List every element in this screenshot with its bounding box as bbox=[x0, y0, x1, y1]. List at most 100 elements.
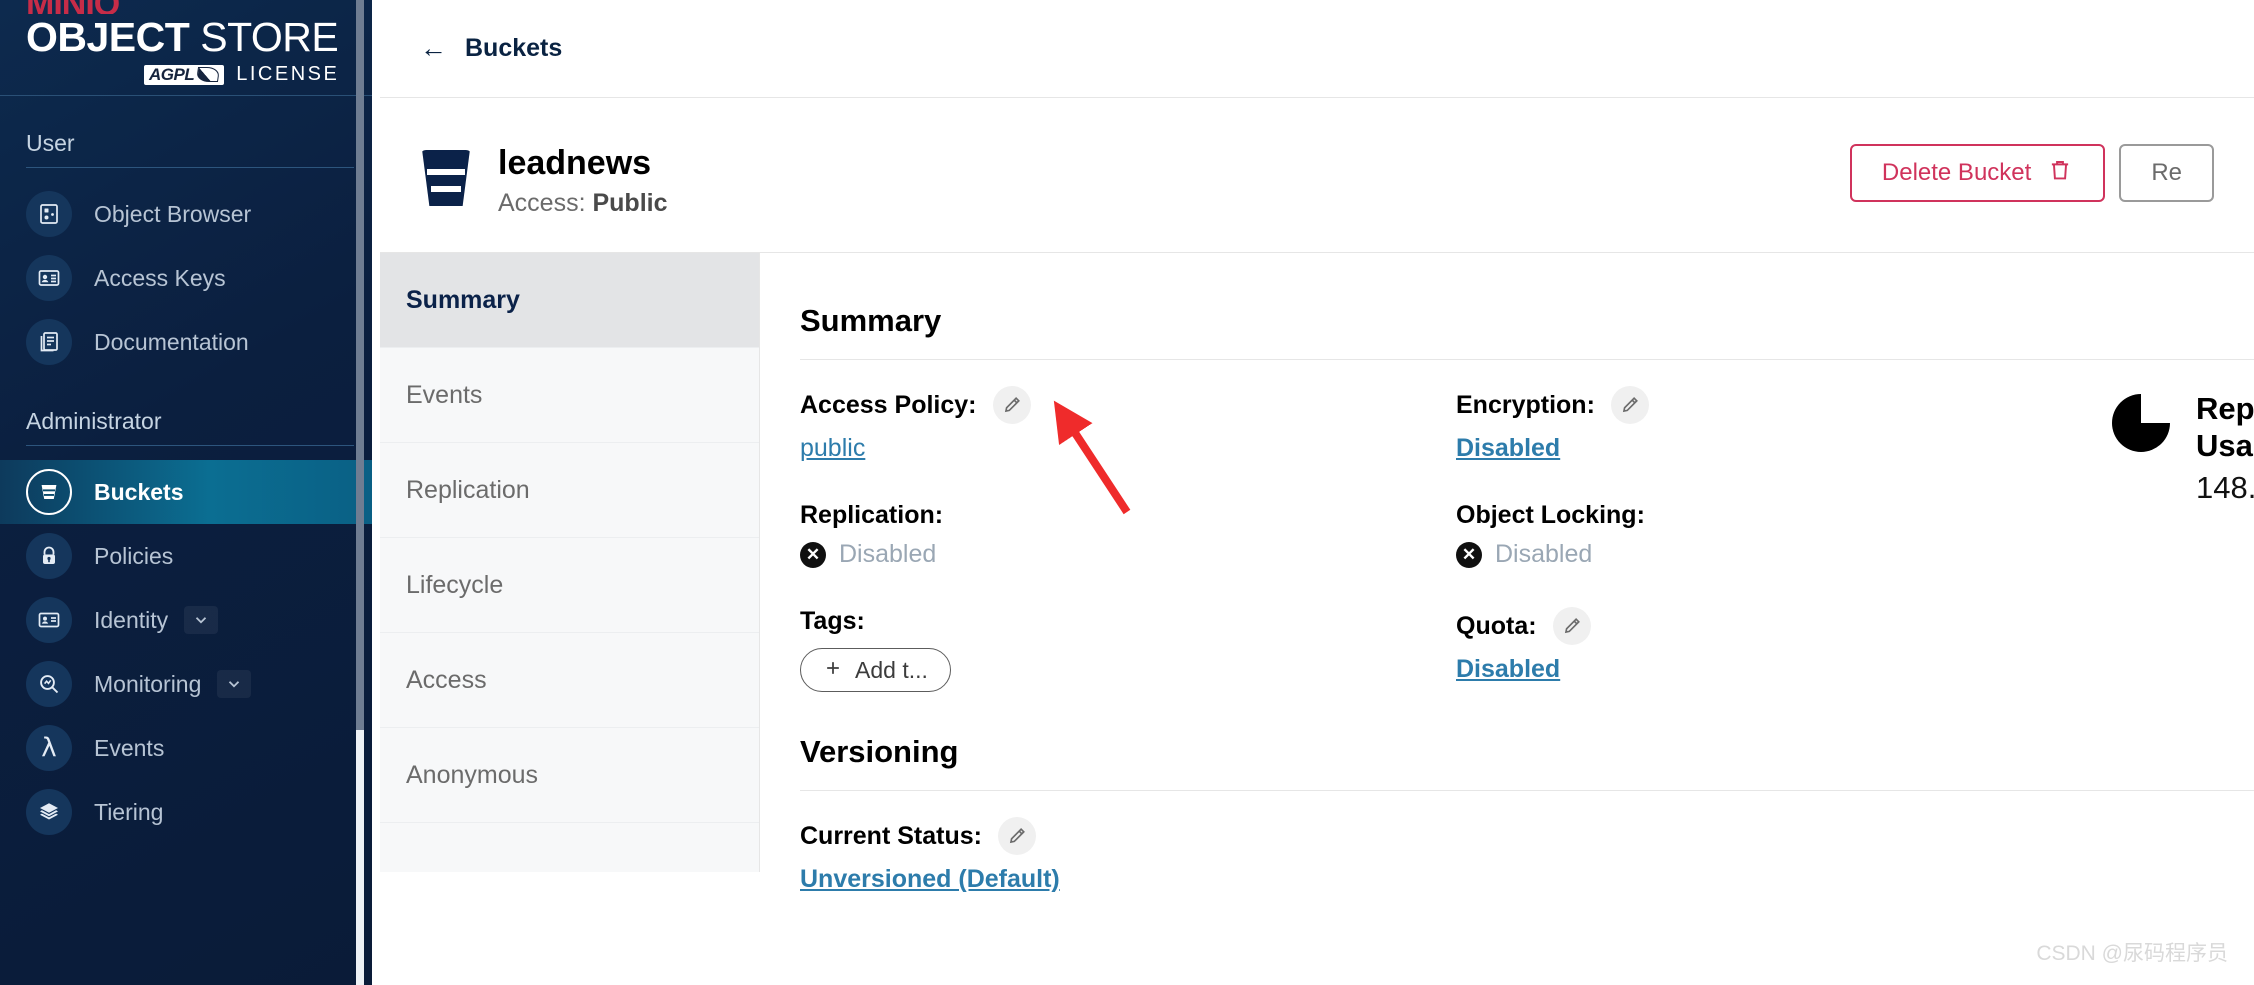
agpl-label: AGPL bbox=[149, 64, 195, 84]
disabled-x-icon: ✕ bbox=[1456, 541, 1482, 568]
sidebar-item-label: Access Keys bbox=[94, 264, 226, 291]
tab-label: Lifecycle bbox=[406, 570, 504, 599]
bucket-header: leadnews Access: Public Delete Bucket Re bbox=[380, 98, 2214, 218]
sidebar-item-events[interactable]: λ Events bbox=[0, 716, 380, 780]
sidebar-item-label: Tiering bbox=[94, 798, 164, 825]
summary-divider bbox=[800, 359, 2254, 361]
tab-lifecycle[interactable]: Lifecycle bbox=[380, 538, 759, 634]
sidebar-item-tiering[interactable]: Tiering bbox=[0, 780, 380, 844]
sidebar-item-label: Buckets bbox=[94, 478, 184, 505]
brand-logo[interactable]: MINIO OBJECT STORE AGPL LICENSE bbox=[0, 0, 380, 96]
layers-icon bbox=[26, 789, 72, 835]
replication-label: Replication: bbox=[800, 501, 944, 530]
edit-access-policy-pencil-icon[interactable] bbox=[992, 386, 1031, 425]
tags-field: Tags: Add t... bbox=[800, 607, 1456, 693]
sidebar-scrollbar-thumb[interactable] bbox=[356, 0, 364, 730]
replication-label-row: Replication: bbox=[800, 501, 1456, 530]
tabs-filler bbox=[380, 823, 759, 883]
reported-usage-value: 148.0 B bbox=[2196, 470, 2254, 506]
tab-label: Anonymous bbox=[406, 760, 539, 789]
monitoring-icon bbox=[26, 661, 72, 707]
bucket-icon bbox=[420, 150, 472, 206]
summary-column-left: Access Policy: public Replication: ✕ Dis… bbox=[800, 386, 1456, 730]
summary-column-usage: Reported Usage: 148.0 B bbox=[2112, 386, 2254, 730]
object-store-wordmark: OBJECT STORE bbox=[26, 14, 354, 60]
sidebar: MINIO OBJECT STORE AGPL LICENSE User bbox=[0, 0, 380, 985]
versioning-heading: Versioning bbox=[800, 734, 959, 770]
current-status-field: Current Status: Unversioned (Default) bbox=[800, 817, 2254, 894]
sidebar-item-monitoring[interactable]: Monitoring bbox=[0, 652, 380, 716]
quota-value-link[interactable]: Disabled bbox=[1456, 655, 1560, 684]
sidebar-item-access-keys[interactable]: Access Keys bbox=[0, 246, 380, 310]
versioning-divider bbox=[800, 790, 2254, 792]
sidebar-item-label: Object Browser bbox=[94, 200, 252, 227]
access-policy-field: Access Policy: public bbox=[800, 386, 1456, 463]
bucket-icon-line-1 bbox=[427, 169, 465, 175]
chevron-down-icon[interactable] bbox=[184, 606, 219, 634]
documentation-icon bbox=[26, 319, 72, 365]
access-policy-label-row: Access Policy: bbox=[800, 386, 1456, 425]
agpl-badge-icon: AGPL bbox=[144, 64, 225, 85]
reported-usage-label: Reported Usage: bbox=[2196, 391, 2254, 464]
delete-bucket-button[interactable]: Delete Bucket bbox=[1849, 144, 2106, 202]
sidebar-edge-divider bbox=[372, 0, 380, 985]
tab-access[interactable]: Access bbox=[380, 633, 759, 729]
identity-icon bbox=[26, 597, 72, 643]
tags-label: Tags: bbox=[800, 607, 865, 636]
object-locking-value-row: ✕ Disabled bbox=[1456, 540, 2112, 569]
add-tag-label: Add t... bbox=[855, 656, 928, 683]
bucket-title-block: leadnews Access: Public bbox=[498, 144, 668, 218]
refresh-button[interactable]: Re bbox=[2119, 144, 2214, 202]
disabled-x-icon: ✕ bbox=[800, 541, 826, 568]
trash-icon bbox=[2047, 157, 2073, 190]
object-locking-label: Object Locking: bbox=[1456, 501, 1645, 530]
current-status-label-row: Current Status: bbox=[800, 817, 2254, 856]
tab-replication[interactable]: Replication bbox=[380, 443, 759, 539]
tab-events[interactable]: Events bbox=[380, 348, 759, 444]
reported-usage-block: Reported Usage: 148.0 B bbox=[2112, 386, 2254, 506]
section-divider-administrator bbox=[26, 445, 354, 446]
section-divider-user bbox=[26, 167, 354, 168]
encryption-value-link[interactable]: Disabled bbox=[1456, 434, 1560, 463]
sidebar-item-label: Monitoring bbox=[94, 670, 202, 697]
bucket-tabs: Summary Events Replication Lifecycle Acc… bbox=[380, 253, 760, 873]
tags-label-row: Tags: bbox=[800, 607, 1456, 636]
summary-column-middle: Encryption: Disabled Object Locking: ✕ D… bbox=[1456, 386, 2112, 730]
sidebar-item-label: Documentation bbox=[94, 328, 249, 355]
quota-label-row: Quota: bbox=[1456, 607, 2112, 646]
plus-icon bbox=[823, 657, 843, 684]
current-status-label: Current Status: bbox=[800, 821, 982, 850]
tab-anonymous[interactable]: Anonymous bbox=[380, 728, 759, 824]
bucket-icon-line-2 bbox=[431, 186, 461, 192]
sidebar-item-buckets[interactable]: Buckets bbox=[0, 460, 380, 524]
sidebar-item-object-browser[interactable]: Object Browser bbox=[0, 182, 380, 246]
access-policy-value-row: public bbox=[800, 434, 1456, 463]
sidebar-nav: User Object Browser Access Keys Document… bbox=[0, 96, 380, 985]
sidebar-item-documentation[interactable]: Documentation bbox=[0, 310, 380, 374]
edit-encryption-pencil-icon[interactable] bbox=[1610, 386, 1649, 425]
minio-wordmark: MINIO bbox=[26, 0, 354, 14]
versioning-status-link[interactable]: Unversioned (Default) bbox=[800, 865, 1060, 894]
refresh-button-label: Re bbox=[2151, 159, 2182, 186]
minio-console-window: MINIO OBJECT STORE AGPL LICENSE User bbox=[0, 0, 2254, 985]
summary-columns: Access Policy: public Replication: ✕ Dis… bbox=[800, 386, 2254, 730]
sidebar-item-policies[interactable]: Policies bbox=[0, 524, 380, 588]
access-policy-value-link[interactable]: public bbox=[800, 434, 865, 463]
pie-chart-icon bbox=[2112, 394, 2170, 453]
edit-quota-pencil-icon[interactable] bbox=[1552, 607, 1591, 646]
add-tag-button[interactable]: Add t... bbox=[800, 648, 951, 693]
header-actions: Delete Bucket Re bbox=[1849, 144, 2214, 202]
tab-label: Access bbox=[406, 665, 487, 694]
sidebar-item-identity[interactable]: Identity bbox=[0, 588, 380, 652]
main-area: ← Buckets leadnews Access: Public Delete… bbox=[380, 0, 2254, 985]
chevron-down-icon[interactable] bbox=[217, 670, 252, 698]
edit-versioning-pencil-icon[interactable] bbox=[997, 817, 1036, 856]
wordmark-object: OBJECT bbox=[26, 14, 190, 60]
section-label-user: User bbox=[26, 130, 75, 156]
bucket-detail-panel: Summary Events Replication Lifecycle Acc… bbox=[380, 252, 2254, 893]
tab-summary[interactable]: Summary bbox=[380, 253, 759, 349]
sidebar-item-label: Identity bbox=[94, 606, 169, 633]
reported-usage-text: Reported Usage: 148.0 B bbox=[2196, 390, 2254, 506]
tab-label: Events bbox=[406, 380, 483, 409]
back-to-buckets-link[interactable]: ← Buckets bbox=[420, 34, 562, 63]
